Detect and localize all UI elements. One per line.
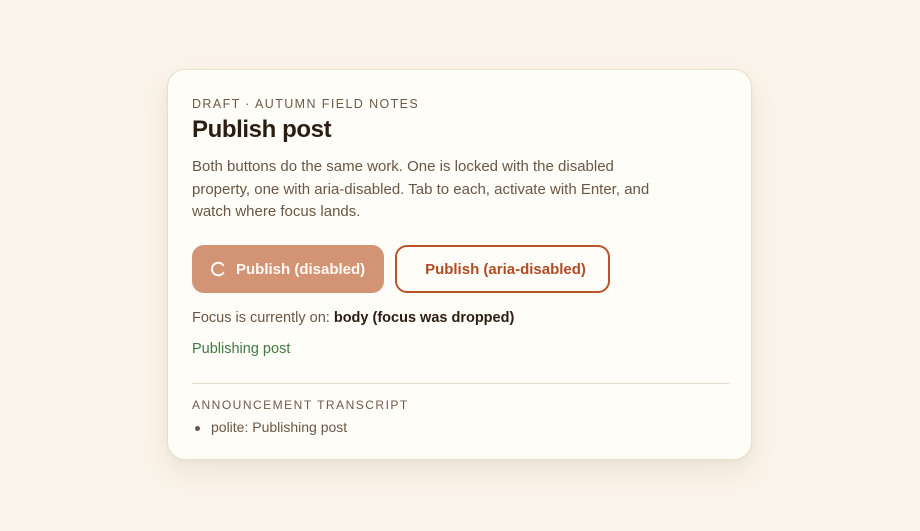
publish-aria-disabled-label: Publish (aria-disabled) [425,260,586,278]
page: DRAFT · AUTUMN FIELD NOTES Publish post … [0,0,920,531]
focus-prefix: Focus is currently on: [192,310,330,326]
focus-value: body (focus was dropped) [333,310,515,326]
publish-disabled-label: Publish (disabled) [236,260,366,278]
card-description: Both buttons do the same work. One is lo… [192,158,650,220]
status-message: Publishing post [192,341,291,357]
loading-spinner-icon [210,261,225,277]
transcript-list: polite: Publishing post [192,419,347,435]
publish-aria-disabled-button[interactable]: Publish (aria-disabled) [395,245,610,293]
divider [192,383,729,384]
bullet-icon [195,426,200,431]
card-eyebrow: DRAFT · AUTUMN FIELD NOTES [192,97,420,111]
focus-readout: Focus is currently on: body (focus was d… [192,310,514,326]
publish-disabled-button[interactable]: Publish (disabled) [192,245,384,293]
transcript-item-text: polite: Publishing post [211,419,348,435]
transcript-heading: ANNOUNCEMENT TRANSCRIPT [192,398,409,412]
publish-card: DRAFT · AUTUMN FIELD NOTES Publish post … [167,69,752,460]
page-title: Publish post [192,116,332,143]
list-item: polite: Publishing post [192,419,347,435]
